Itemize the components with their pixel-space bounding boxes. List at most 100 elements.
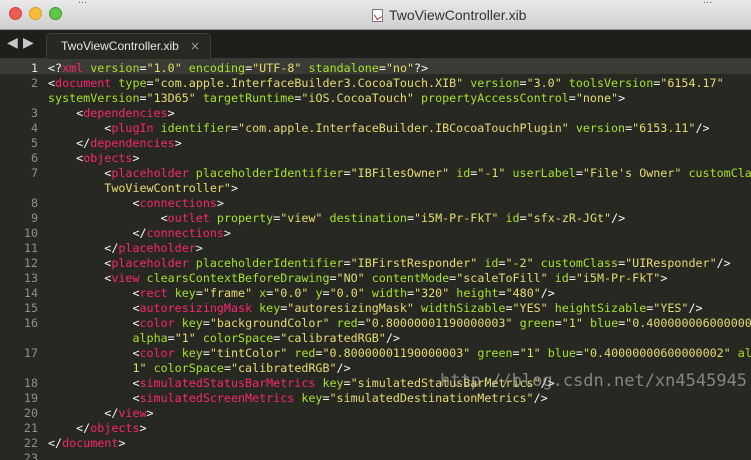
code-token: toolsVersion: [568, 76, 654, 90]
code-line[interactable]: systemVersion="13D65" targetRuntime="iOS…: [48, 91, 751, 106]
code-line[interactable]: <simulatedScreenMetrics key="simulatedDe…: [48, 391, 751, 406]
code-token: <?: [48, 61, 63, 75]
code-token: <: [48, 166, 112, 180]
code-line[interactable]: <color key="tintColor" red="0.8000000119…: [48, 346, 751, 361]
code-line[interactable]: </placeholder>: [48, 241, 751, 256]
code-token: document: [62, 436, 119, 450]
line-number: 15: [23, 301, 38, 315]
code-line[interactable]: <connections>: [48, 196, 751, 211]
code-token: =: [343, 256, 351, 270]
code-line[interactable]: <placeholder placeholderIdentifier="IBFi…: [48, 166, 751, 181]
line-number: 22: [23, 436, 38, 450]
code-token: =: [231, 121, 239, 135]
code-line[interactable]: <view clearsContextBeforeDrawing="NO" co…: [48, 271, 751, 286]
code-token: >: [223, 226, 231, 240]
line-number: 5: [30, 136, 38, 150]
code-token: "YES": [653, 301, 689, 315]
code-token: green: [519, 316, 555, 330]
code-token: xml: [62, 61, 84, 75]
code-token: width: [371, 286, 408, 300]
code-token: <: [48, 376, 140, 390]
code-line[interactable]: <dependencies>: [48, 106, 751, 121]
code-line[interactable]: </objects>: [48, 421, 751, 436]
line-number: 6: [30, 151, 38, 165]
code-line[interactable]: <placeholder placeholderIdentifier="IBFi…: [48, 256, 751, 271]
code-token: =: [498, 286, 506, 300]
code-token: =: [406, 211, 414, 225]
code-token: color: [139, 316, 175, 330]
line-number: 23: [23, 451, 38, 460]
code-line[interactable]: <document type="com.apple.InterfaceBuild…: [48, 76, 751, 91]
code-line[interactable]: </document>: [48, 436, 751, 451]
minimize-window-button[interactable]: [29, 7, 42, 20]
code-line[interactable]: </dependencies>: [48, 136, 751, 151]
code-token: "13D65": [146, 91, 196, 105]
code-token: "UTF-8": [252, 61, 302, 75]
code-token: dependencies: [83, 106, 168, 120]
code-token: encoding: [188, 61, 246, 75]
code-token: "calibratedRGB": [280, 331, 386, 345]
code-token: =: [568, 271, 576, 285]
line-number: 11: [23, 241, 38, 255]
code-token: view: [111, 271, 140, 285]
code-line[interactable]: TwoViewController">: [48, 181, 751, 196]
code-token: "backgroundColor": [209, 316, 330, 330]
code-line[interactable]: <plugIn identifier="com.apple.InterfaceB…: [48, 121, 751, 136]
code-line[interactable]: alpha="1" colorSpace="calibratedRGB"/>: [48, 331, 751, 346]
line-number: 4: [30, 121, 38, 135]
code-token: />: [533, 391, 548, 405]
line-number: 3: [30, 106, 38, 120]
code-token: =: [146, 76, 154, 90]
code-token: =: [139, 61, 147, 75]
line-number: 9: [30, 211, 38, 225]
code-token: </: [48, 436, 63, 450]
chevron-left-icon[interactable]: ◀: [7, 35, 18, 51]
code-token: "YES": [512, 301, 548, 315]
code-token: placeholderIdentifier: [195, 166, 344, 180]
line-number: 18: [23, 376, 38, 390]
code-line[interactable]: <color key="backgroundColor" red="0.8000…: [48, 316, 751, 331]
chevron-right-icon[interactable]: ▶: [23, 35, 34, 51]
code-token: >: [118, 436, 126, 450]
close-tab-icon[interactable]: ×: [190, 39, 200, 53]
code-token: "view": [280, 211, 323, 225]
code-token: >: [174, 136, 182, 150]
code-token: "simulatedDestinationMetrics": [329, 391, 534, 405]
code-token: =: [315, 346, 323, 360]
code-token: >: [167, 106, 175, 120]
code-token: <: [48, 76, 56, 90]
code-token: "scaleToFill": [456, 271, 548, 285]
line-number: 2: [30, 76, 38, 90]
code-editor[interactable]: 1 <?xml version="1.0" encoding="UTF-8" st…: [0, 59, 751, 460]
code-token: >: [216, 196, 224, 210]
code-line[interactable]: <autoresizingMask key = "autoresizingMask"…: [48, 301, 751, 316]
code-token: "-1": [477, 166, 506, 180]
code-token: =: [505, 301, 513, 315]
tab-twoviewcontroller-xib[interactable]: TwoViewController.xib ×: [46, 33, 211, 59]
code-line[interactable]: </view>: [48, 406, 751, 421]
code-line[interactable]: <objects>: [48, 151, 751, 166]
code-line[interactable]: <outlet property="view" destination="i5M…: [48, 211, 751, 226]
code-line[interactable]: <?xml version="1.0" encoding="UTF-8" sta…: [48, 61, 751, 76]
close-window-button[interactable]: [9, 7, 22, 20]
code-token: key: [301, 391, 323, 405]
code-token: =: [519, 211, 527, 225]
code-token: view: [118, 406, 147, 420]
code-token: =: [407, 286, 415, 300]
code-line[interactable]: </connections>: [48, 226, 751, 241]
line-number: 10: [23, 226, 38, 240]
code-token: "no": [385, 61, 415, 75]
maximize-window-button[interactable]: [49, 7, 62, 20]
code-token: propertyAccessControl: [421, 91, 569, 105]
code-token: />: [611, 211, 626, 225]
code-line[interactable]: <rect key="frame" x="0.0" y="0.0" width=…: [48, 286, 751, 301]
code-token: placeholder: [111, 166, 189, 180]
code-token: </: [48, 226, 147, 240]
code-token: alpha: [132, 331, 168, 345]
code-token: =: [202, 316, 210, 330]
